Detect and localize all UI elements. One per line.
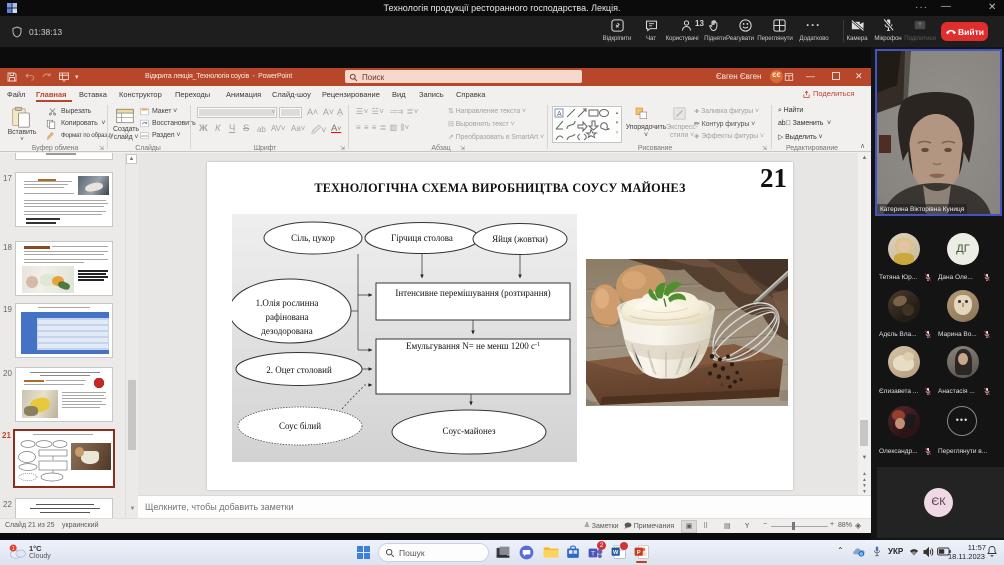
- svg-text:T: T: [591, 551, 595, 558]
- svg-text:1.Олія рослинна: 1.Олія рослинна: [256, 298, 319, 308]
- svg-text:рафінована: рафінована: [265, 312, 308, 322]
- svg-text:дезодорована: дезодорована: [261, 326, 312, 336]
- svg-text:Соус білий: Соус білий: [279, 421, 321, 431]
- svg-text:Соус-майонез: Соус-майонез: [442, 426, 496, 436]
- svg-text:P: P: [637, 550, 641, 556]
- svg-text:2. Оцет столовий: 2. Оцет столовий: [266, 365, 332, 375]
- svg-text:Інтенсивне перемішування (розт: Інтенсивне перемішування (розтирання): [395, 288, 550, 298]
- svg-text:Гірчиця столова: Гірчиця столова: [391, 233, 453, 243]
- svg-text:Емульгування N= не менш 1200 с: Емульгування N= не менш 1200 с-1: [406, 341, 540, 351]
- svg-text:1: 1: [12, 546, 15, 552]
- svg-text:Сіль, цукор: Сіль, цукор: [291, 233, 335, 243]
- svg-text:A: A: [557, 111, 562, 118]
- svg-text:Яйця (жовтки): Яйця (жовтки): [492, 234, 548, 244]
- svg-text:W: W: [613, 550, 619, 556]
